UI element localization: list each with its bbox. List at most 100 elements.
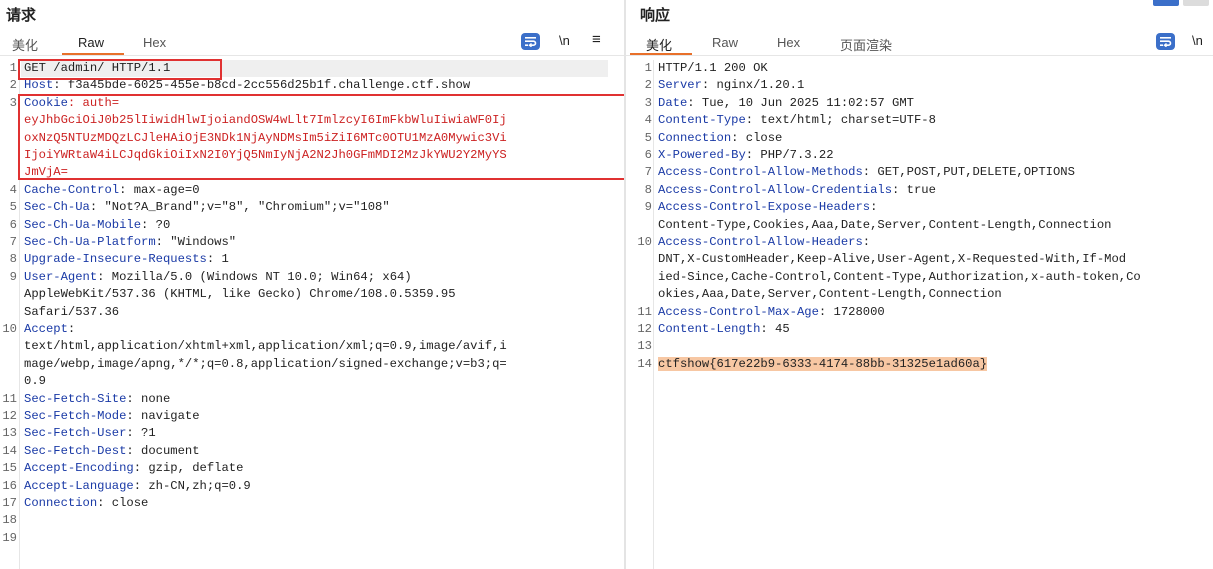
- header-key: Accept-Language: [24, 478, 134, 493]
- line-number: 7: [644, 165, 652, 180]
- line-number: 10: [2, 322, 17, 336]
- code-text: Sec-Fetch-Site: none: [24, 391, 170, 408]
- line-number: 17: [2, 496, 17, 510]
- header-key: Cookie: [24, 95, 68, 110]
- request-code-line: 1 GET /admin/ HTTP/1.1: [0, 60, 624, 77]
- request-newline-toggle[interactable]: \n: [559, 33, 570, 48]
- line-number: 4: [9, 182, 17, 197]
- header-value: JmVjA=: [24, 165, 68, 180]
- line-number: 14: [637, 356, 652, 371]
- code-text: JmVjA=: [24, 164, 68, 181]
- code-text: Cache-Control: max-age=0: [24, 182, 200, 199]
- request-tab-hex[interactable]: Hex: [143, 35, 166, 50]
- response-code-line: 13: [626, 338, 1213, 355]
- header-key: Accept: [24, 322, 68, 336]
- header-value: : GET,POST,PUT,DELETE,OPTIONS: [862, 165, 1075, 180]
- code-text: Access-Control-Allow-Headers:: [658, 234, 870, 251]
- response-tabbar: 美化 Raw Hex 页面渲染 \n: [626, 30, 1213, 56]
- request-code-line: AppleWebKit/537.36 (KHTML, like Gecko) C…: [0, 286, 624, 303]
- response-code-line: 2 Server: nginx/1.20.1: [626, 77, 1213, 94]
- header-value: ied-Since,Cache-Control,Content-Type,Aut…: [658, 269, 1141, 284]
- header-value: mage/webp,image/apng,*/*;q=0.8,applicati…: [24, 356, 507, 371]
- response-wrap-toggle-icon[interactable]: [1156, 33, 1175, 50]
- request-editor[interactable]: 1 GET /admin/ HTTP/1.1 2 Host: f3a45bde-602…: [0, 60, 624, 569]
- response-code-line: 7 Access-Control-Allow-Methods: GET,POST,…: [626, 164, 1213, 181]
- code-text: User-Agent: Mozilla/5.0 (Windows NT 10.0…: [24, 269, 412, 286]
- response-code-line: 5 Connection: close: [626, 130, 1213, 147]
- code-text: Accept-Encoding: gzip, deflate: [24, 460, 243, 477]
- code-text: GET /admin/ HTTP/1.1: [24, 60, 170, 77]
- request-code-line: 11 Sec-Fetch-Site: none: [0, 391, 624, 408]
- code-text: Access-Control-Max-Age: 1728000: [658, 304, 885, 321]
- layout-split-icon[interactable]: [1153, 0, 1179, 6]
- response-newline-toggle[interactable]: \n: [1192, 33, 1203, 48]
- code-text: Access-Control-Allow-Credentials: true: [658, 182, 936, 199]
- header-key: Access-Control-Max-Age: [658, 304, 819, 319]
- code-text: eyJhbGciOiJ0b25lIiwidHlwIjoiandOSW4wLlt7…: [24, 112, 507, 129]
- header-value: IjoiYWRtaW4iLCJqdGkiOiIxN2I0YjQ5NmIyNjA2…: [24, 148, 507, 162]
- response-tab-raw[interactable]: Raw: [712, 35, 738, 50]
- code-text: AppleWebKit/537.36 (KHTML, like Gecko) C…: [24, 286, 456, 303]
- code-text: ctfshow{617e22b9-6333-4174-88bb-31325e1a…: [658, 356, 988, 373]
- response-code-line: Content-Type,Cookies,Aaa,Date,Server,Con…: [626, 217, 1213, 234]
- request-code-line: 10 Accept:: [0, 321, 624, 338]
- request-code-line: 15 Accept-Encoding: gzip, deflate: [0, 460, 624, 477]
- request-code-line: oxNzQ5NTUzMDQzLCJleHAiOjE3NDk1NjAyNDMsIm…: [0, 130, 624, 147]
- header-value: : close: [97, 496, 149, 510]
- request-code-line: text/html,application/xhtml+xml,applicat…: [0, 338, 624, 355]
- line-number: 12: [637, 322, 652, 336]
- header-value: : Mozilla/5.0 (Windows NT 10.0; Win64; x…: [97, 269, 412, 284]
- header-key: GET /admin/ HTTP/1.1: [24, 61, 171, 75]
- request-code-line: 17 Connection: close: [0, 495, 624, 512]
- code-text: IjoiYWRtaW4iLCJqdGkiOiIxN2I0YjQ5NmIyNjA2…: [24, 147, 507, 164]
- response-editor[interactable]: 1 HTTP/1.1 200 OK 2 Server: nginx/1.20.1 3 Da…: [626, 60, 1213, 569]
- request-code-line: IjoiYWRtaW4iLCJqdGkiOiIxN2I0YjQ5NmIyNjA2…: [0, 147, 624, 164]
- header-value: :: [67, 322, 76, 336]
- header-value: eyJhbGciOiJ0b25lIiwidHlwIjoiandOSW4wLlt7…: [24, 113, 507, 128]
- header-value: : gzip, deflate: [133, 461, 244, 476]
- response-code-line: DNT,X-CustomHeader,Keep-Alive,User-Agent…: [626, 251, 1213, 268]
- response-code-line: 8 Access-Control-Allow-Credentials: true: [626, 182, 1213, 199]
- header-value: : 1728000: [818, 304, 885, 319]
- code-text: Content-Type,Cookies,Aaa,Date,Server,Con…: [658, 217, 1111, 234]
- header-key: Sec-Fetch-Dest: [24, 443, 127, 458]
- request-code-line: 3 Cookie: auth=: [0, 95, 624, 112]
- request-tab-raw[interactable]: Raw: [78, 35, 104, 50]
- header-key: Server: [658, 78, 702, 93]
- header-key: Access-Control-Allow-Methods: [658, 165, 863, 180]
- request-code-line: 5 Sec-Ch-Ua: "Not?A_Brand";v="8", "Chromi…: [0, 199, 624, 216]
- header-value: Safari/537.36: [24, 304, 120, 319]
- header-key: Content-Type: [658, 113, 746, 128]
- response-title: 响应: [640, 7, 671, 24]
- request-menu-icon[interactable]: ≡: [592, 31, 601, 48]
- response-code-line: 3 Date: Tue, 10 Jun 2025 11:02:57 GMT: [626, 95, 1213, 112]
- header-key: Cache-Control: [24, 182, 120, 197]
- header-value: 0.9: [24, 374, 46, 389]
- code-text: Accept-Language: zh-CN,zh;q=0.9: [24, 478, 251, 495]
- response-tab-pretty[interactable]: 美化: [646, 35, 672, 54]
- header-value: oxNzQ5NTUzMDQzLCJleHAiOjE3NDk1NjAyNDMsIm…: [24, 130, 507, 145]
- response-code-line: okies,Aaa,Date,Server,Content-Length,Con…: [626, 286, 1213, 303]
- request-code-line: mage/webp,image/apng,*/*;q=0.8,applicati…: [0, 356, 624, 373]
- request-title: 请求: [6, 7, 37, 24]
- layout-toggle-buttons: [1153, 0, 1213, 6]
- code-text: Connection: close: [658, 130, 782, 147]
- code-text: text/html,application/xhtml+xml,applicat…: [24, 338, 507, 355]
- header-key: X-Powered-By: [658, 148, 746, 162]
- header-value: : auth=: [67, 95, 120, 110]
- line-number: 6: [9, 217, 17, 232]
- request-code-line: 2 Host: f3a45bde-6025-455e-b8cd-2cc556d25…: [0, 77, 624, 94]
- line-number: 11: [2, 391, 17, 406]
- header-value: : 1: [206, 252, 229, 267]
- request-code-line: 13 Sec-Fetch-User: ?1: [0, 425, 624, 442]
- request-tab-pretty[interactable]: 美化: [12, 35, 38, 54]
- code-text: X-Powered-By: PHP/7.3.22: [658, 147, 834, 164]
- request-wrap-toggle-icon[interactable]: [521, 33, 540, 50]
- code-text: Sec-Ch-Ua-Mobile: ?0: [24, 217, 170, 234]
- response-tab-hex[interactable]: Hex: [777, 35, 800, 50]
- response-code-line: 9 Access-Control-Expose-Headers:: [626, 199, 1213, 216]
- layout-single-icon[interactable]: [1183, 0, 1209, 6]
- code-text: Date: Tue, 10 Jun 2025 11:02:57 GMT: [658, 95, 914, 112]
- response-tab-render[interactable]: 页面渲染: [840, 35, 892, 54]
- code-text: okies,Aaa,Date,Server,Content-Length,Con…: [658, 286, 1002, 303]
